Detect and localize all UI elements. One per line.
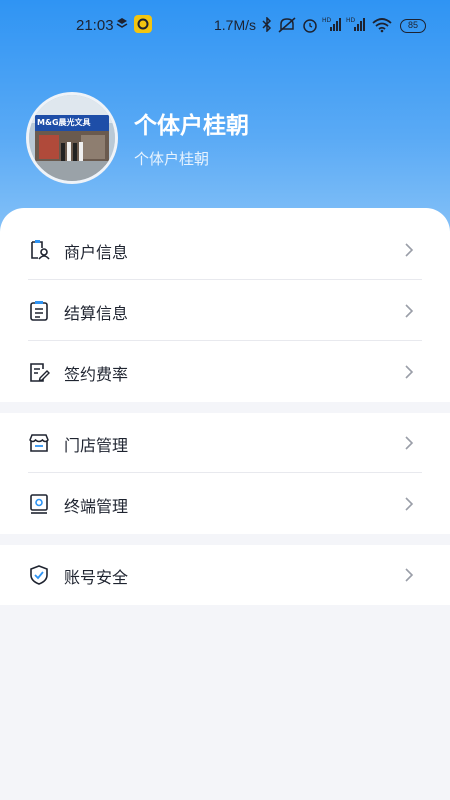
- menu-group-management: 门店管理 终端管理: [0, 413, 450, 534]
- terminal-icon: [30, 494, 48, 514]
- menu-item-settlement-info[interactable]: 结算信息: [0, 281, 450, 341]
- chevron-right-icon: [405, 365, 414, 379]
- menu-group-security: 账号安全: [0, 545, 450, 605]
- menu-group-merchant: 商户信息 结算信息 签约费率: [0, 208, 450, 402]
- chevron-right-icon: [405, 304, 414, 318]
- layers-icon: [116, 18, 128, 28]
- menu-item-terminal-management[interactable]: 终端管理: [0, 474, 450, 534]
- svg-text:HD: HD: [346, 17, 356, 24]
- menu-label-account-security: 账号安全: [64, 568, 129, 587]
- signal-hd-1-icon: HD: [322, 17, 341, 31]
- menu-item-store-management[interactable]: 门店管理: [0, 413, 450, 473]
- divider: [28, 340, 422, 341]
- avatar-sign-text: M&G晨光文具: [37, 118, 91, 127]
- alarm-icon: [303, 19, 317, 33]
- status-bar: 21:03 1.7M/s HD HD 85: [0, 0, 450, 52]
- menu-label-store-management: 门店管理: [64, 436, 129, 455]
- divider: [28, 279, 422, 280]
- signal-hd-2-icon: HD: [346, 17, 365, 31]
- menu-item-merchant-info[interactable]: 商户信息: [0, 220, 450, 280]
- app-notification-icon: [134, 15, 152, 33]
- settlement-info-icon: [30, 301, 48, 321]
- network-speed: 1.7M/s: [214, 17, 257, 33]
- bluetooth-icon: [262, 17, 272, 32]
- chevron-right-icon: [405, 568, 414, 582]
- menu-label-terminal-management: 终端管理: [64, 497, 129, 516]
- contract-rate-icon: [30, 363, 50, 382]
- divider: [28, 472, 422, 473]
- menu-label-settlement-info: 结算信息: [64, 304, 129, 323]
- mute-icon: [278, 17, 296, 33]
- svg-text:HD: HD: [322, 17, 332, 24]
- avatar[interactable]: M&G晨光文具: [26, 92, 118, 184]
- chevron-right-icon: [405, 243, 414, 257]
- shield-icon: [30, 565, 48, 585]
- storefront-photo: [29, 95, 115, 181]
- status-time: 21:03: [76, 17, 114, 34]
- profile-section: M&G晨光文具 个体户桂朝 个体户桂朝: [0, 92, 450, 192]
- menu-label-contract-rate: 签约费率: [64, 365, 129, 384]
- profile-subtitle: 个体户桂朝: [134, 150, 210, 168]
- battery-indicator: 85: [400, 19, 426, 33]
- profile-name: 个体户桂朝: [134, 113, 249, 139]
- menu-item-account-security[interactable]: 账号安全: [0, 545, 450, 605]
- menu-label-merchant-info: 商户信息: [64, 243, 129, 262]
- merchant-info-icon: [31, 240, 50, 260]
- chevron-right-icon: [405, 436, 414, 450]
- chevron-right-icon: [405, 497, 414, 511]
- store-icon: [29, 434, 49, 452]
- wifi-icon: [372, 18, 392, 33]
- menu-item-contract-rate[interactable]: 签约费率: [0, 342, 450, 402]
